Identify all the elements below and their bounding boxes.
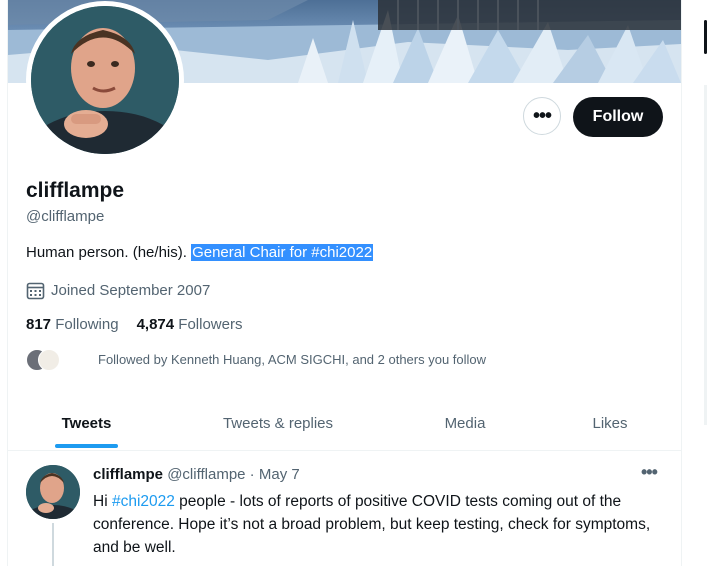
- tweet-text-start: Hi: [93, 493, 112, 510]
- tweet-text-rest: people - lots of reports of positive COV…: [93, 493, 651, 556]
- following-count: 817: [26, 316, 52, 333]
- profile-handle: @clifflampe: [26, 208, 105, 225]
- follow-button[interactable]: Follow: [573, 97, 663, 137]
- avatar-image: [31, 6, 179, 154]
- thread-line: [52, 523, 54, 566]
- followed-by-avatars: [26, 348, 66, 371]
- followers-count: 4,874: [136, 316, 175, 333]
- followers-link[interactable]: 4,874 Followers: [137, 316, 243, 333]
- profile-tabs: Tweets Tweets & replies Media Likes: [8, 396, 681, 451]
- follow-stats: 817 Following 4,874 Followers: [26, 316, 242, 333]
- joined-date: Joined September 2007: [26, 281, 210, 300]
- tweet-author-name[interactable]: clifflampe: [93, 466, 163, 483]
- bio-text: Human person. (he/his).: [26, 244, 192, 261]
- tab-tweets-replies[interactable]: Tweets & replies: [165, 396, 391, 450]
- following-label: Following: [55, 316, 119, 333]
- tweet-more-icon[interactable]: •••: [641, 462, 658, 483]
- active-tab-indicator: [55, 444, 118, 448]
- tab-likes[interactable]: Likes: [539, 396, 681, 450]
- tweet-author-handle[interactable]: @clifflampe: [167, 466, 245, 483]
- followed-by-text: Followed by Kenneth Huang, ACM SIGCHI, a…: [98, 351, 487, 367]
- tab-media[interactable]: Media: [391, 396, 539, 450]
- profile-display-name: clifflampe: [26, 179, 125, 202]
- joined-text: Joined September 2007: [51, 282, 211, 299]
- tweet-text: Hi #chi2022 people - lots of reports of …: [93, 490, 663, 559]
- following-link[interactable]: 817 Following: [26, 316, 119, 333]
- tweet-hashtag[interactable]: #chi2022: [112, 493, 175, 510]
- tweet-header: clifflampe @clifflampe · May 7: [93, 466, 300, 483]
- bio-selected-text[interactable]: General Chair for #chi2022: [191, 244, 374, 261]
- profile-avatar[interactable]: [26, 1, 184, 159]
- profile-bio: Human person. (he/his). General Chair fo…: [26, 244, 374, 261]
- followers-label: Followers: [178, 316, 243, 333]
- more-icon: •••: [532, 104, 552, 127]
- followed-by[interactable]: Followed by Kenneth Huang, ACM SIGCHI, a…: [26, 348, 487, 371]
- follower-avatar: [38, 349, 60, 371]
- profile-column: ••• Follow clifflampe @clifflampe Human …: [7, 0, 682, 566]
- more-options-button[interactable]: •••: [523, 97, 561, 135]
- calendar-icon: [26, 282, 45, 300]
- tab-tweets[interactable]: Tweets: [8, 396, 165, 450]
- tweet-author-avatar[interactable]: [26, 465, 80, 519]
- tweet-separator: ·: [245, 466, 259, 483]
- tweet-date[interactable]: May 7: [259, 466, 300, 483]
